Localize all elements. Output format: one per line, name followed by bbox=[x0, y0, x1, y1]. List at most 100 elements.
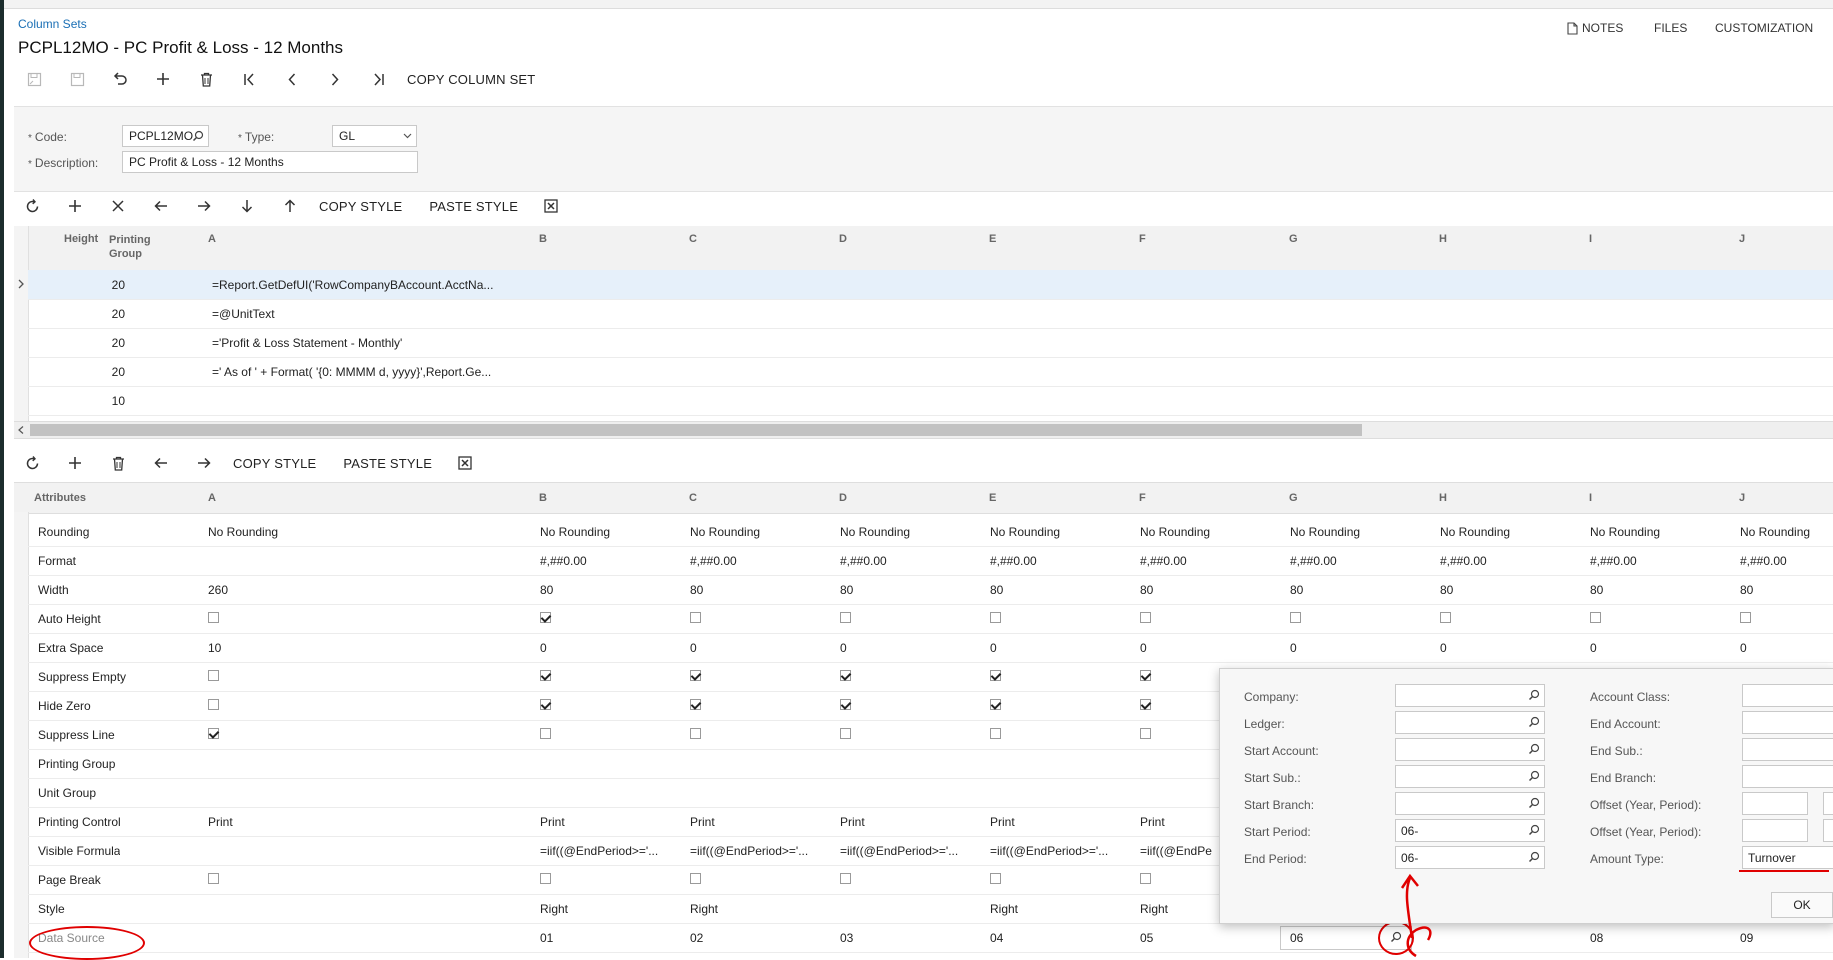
attribute-value-cell[interactable]: Print bbox=[990, 815, 1114, 829]
table-row[interactable]: Auto Height bbox=[28, 604, 1833, 634]
attribute-value-cell[interactable]: 01 bbox=[540, 931, 664, 945]
end-period-field[interactable]: 06- bbox=[1395, 846, 1545, 869]
attribute-value-cell[interactable]: #,##0.00 bbox=[840, 554, 964, 568]
col-d-header[interactable]: D bbox=[839, 492, 847, 504]
col-d-header[interactable]: D bbox=[839, 233, 847, 245]
checkbox[interactable] bbox=[208, 670, 219, 681]
refresh-icon[interactable] bbox=[18, 450, 46, 476]
ok-button[interactable]: OK bbox=[1771, 892, 1833, 918]
code-field[interactable]: PCPL12MO bbox=[122, 125, 209, 147]
table-row[interactable]: Width 260 80 80 80 80 80 80 80 80 80 bbox=[28, 575, 1833, 605]
col-height-header[interactable]: Height bbox=[64, 233, 98, 245]
attribute-value-cell[interactable]: No Rounding bbox=[690, 525, 814, 539]
attribute-value-cell[interactable]: 0 bbox=[1740, 641, 1833, 655]
attribute-value-cell[interactable]: 08 bbox=[1590, 931, 1714, 945]
add-column-icon[interactable] bbox=[61, 450, 89, 476]
add-row-icon[interactable] bbox=[61, 193, 89, 219]
attribute-value-cell[interactable]: 0 bbox=[540, 641, 664, 655]
attribute-value-cell[interactable]: 03 bbox=[840, 931, 964, 945]
checkbox[interactable] bbox=[1590, 612, 1601, 623]
checkbox[interactable] bbox=[690, 670, 701, 681]
attribute-value-cell[interactable]: 04 bbox=[990, 931, 1114, 945]
copy-column-set-button[interactable]: COPY COLUMN SET bbox=[407, 72, 535, 87]
attribute-value-cell[interactable]: 80 bbox=[1290, 583, 1414, 597]
refresh-icon[interactable] bbox=[18, 193, 46, 219]
checkbox[interactable] bbox=[1140, 670, 1151, 681]
search-icon[interactable] bbox=[1528, 797, 1540, 809]
checkbox[interactable] bbox=[840, 873, 851, 884]
export-excel-icon[interactable] bbox=[537, 193, 565, 219]
row-formula-cell[interactable]: ='Profit & Loss Statement - Monthly' bbox=[212, 336, 552, 350]
col-b-header[interactable]: B bbox=[539, 233, 547, 245]
attribute-value-cell[interactable]: 260 bbox=[208, 583, 332, 597]
attribute-value-cell[interactable]: =iif((@EndPeriod>='... bbox=[840, 844, 964, 858]
table-row[interactable]: 20 =@UnitText bbox=[28, 299, 1833, 329]
account-class-field[interactable] bbox=[1742, 684, 1833, 707]
attribute-value-cell[interactable]: Print bbox=[840, 815, 964, 829]
table-row[interactable]: 10 bbox=[28, 386, 1833, 416]
attribute-value-cell[interactable]: 80 bbox=[540, 583, 664, 597]
attribute-value-cell[interactable]: 80 bbox=[690, 583, 814, 597]
row-height-cell[interactable]: 20 bbox=[83, 278, 125, 292]
checkbox[interactable] bbox=[1740, 612, 1751, 623]
attribute-value-cell[interactable]: #,##0.00 bbox=[990, 554, 1114, 568]
attribute-value-cell[interactable]: #,##0.00 bbox=[690, 554, 814, 568]
attribute-value-cell[interactable]: 80 bbox=[1140, 583, 1264, 597]
notes-button[interactable]: NOTES bbox=[1567, 21, 1623, 35]
row-formula-cell[interactable]: =@UnitText bbox=[212, 307, 552, 321]
col-c-header[interactable]: C bbox=[689, 492, 697, 504]
attribute-value-cell[interactable]: 0 bbox=[1590, 641, 1714, 655]
checkbox[interactable] bbox=[1440, 612, 1451, 623]
delete-icon[interactable] bbox=[192, 66, 220, 92]
attribute-value-cell[interactable]: =iif((@EndPeriod>='... bbox=[990, 844, 1114, 858]
col-h-header[interactable]: H bbox=[1439, 233, 1447, 245]
previous-record-icon[interactable] bbox=[278, 66, 306, 92]
attribute-value-cell[interactable]: 0 bbox=[1140, 641, 1264, 655]
attribute-value-cell[interactable]: 80 bbox=[1440, 583, 1564, 597]
row-height-cell[interactable]: 20 bbox=[83, 307, 125, 321]
files-button[interactable]: FILES bbox=[1654, 21, 1687, 35]
copy-style-button[interactable]: COPY STYLE bbox=[233, 456, 316, 471]
export-excel-icon[interactable] bbox=[451, 450, 479, 476]
checkbox[interactable] bbox=[840, 699, 851, 710]
last-record-icon[interactable] bbox=[364, 66, 392, 92]
checkbox[interactable] bbox=[208, 612, 219, 623]
col-c-header[interactable]: C bbox=[689, 233, 697, 245]
checkbox[interactable] bbox=[990, 728, 1001, 739]
checkbox[interactable] bbox=[990, 699, 1001, 710]
end-account-field[interactable] bbox=[1742, 711, 1833, 734]
customization-button[interactable]: CUSTOMIZATION bbox=[1715, 21, 1813, 35]
checkbox[interactable] bbox=[208, 728, 219, 739]
col-i-header[interactable]: I bbox=[1589, 233, 1592, 245]
col-f-header[interactable]: F bbox=[1139, 233, 1146, 245]
col-b-header[interactable]: B bbox=[539, 492, 547, 504]
save-icon[interactable] bbox=[63, 66, 91, 92]
checkbox[interactable] bbox=[690, 873, 701, 884]
attribute-value-cell[interactable]: Print bbox=[208, 815, 332, 829]
attribute-value-cell[interactable]: 80 bbox=[1590, 583, 1714, 597]
table-row[interactable]: Data Source 01 02 03 04 05 06 08 09 bbox=[28, 921, 1833, 955]
attribute-value-cell[interactable]: 10 bbox=[208, 641, 332, 655]
search-icon[interactable] bbox=[1528, 824, 1540, 836]
checkbox[interactable] bbox=[840, 612, 851, 623]
add-icon[interactable] bbox=[149, 66, 177, 92]
attribute-value-cell[interactable]: No Rounding bbox=[1290, 525, 1414, 539]
amount-type-select[interactable]: Turnover bbox=[1742, 846, 1833, 869]
paste-style-button[interactable]: PASTE STYLE bbox=[343, 456, 432, 471]
attribute-value-cell[interactable]: #,##0.00 bbox=[1590, 554, 1714, 568]
row-height-cell[interactable]: 10 bbox=[83, 394, 125, 408]
search-icon[interactable] bbox=[1528, 689, 1540, 701]
type-select[interactable]: GL bbox=[332, 125, 417, 147]
attribute-value-cell[interactable]: Right bbox=[540, 902, 664, 916]
delete-icon[interactable] bbox=[104, 450, 132, 476]
search-icon[interactable] bbox=[1528, 716, 1540, 728]
row-height-cell[interactable]: 20 bbox=[83, 365, 125, 379]
row-formula-cell[interactable]: =Report.GetDefUI('RowCompanyBAccount.Acc… bbox=[212, 278, 552, 292]
attribute-value-cell[interactable]: No Rounding bbox=[1590, 525, 1714, 539]
attribute-value-cell[interactable]: #,##0.00 bbox=[1290, 554, 1414, 568]
attribute-value-cell[interactable]: No Rounding bbox=[840, 525, 964, 539]
start-account-field[interactable] bbox=[1395, 738, 1545, 761]
checkbox[interactable] bbox=[990, 873, 1001, 884]
offset-start-year-field[interactable] bbox=[1742, 792, 1808, 815]
attribute-value-cell[interactable]: =iif((@EndPeriod>='... bbox=[690, 844, 814, 858]
